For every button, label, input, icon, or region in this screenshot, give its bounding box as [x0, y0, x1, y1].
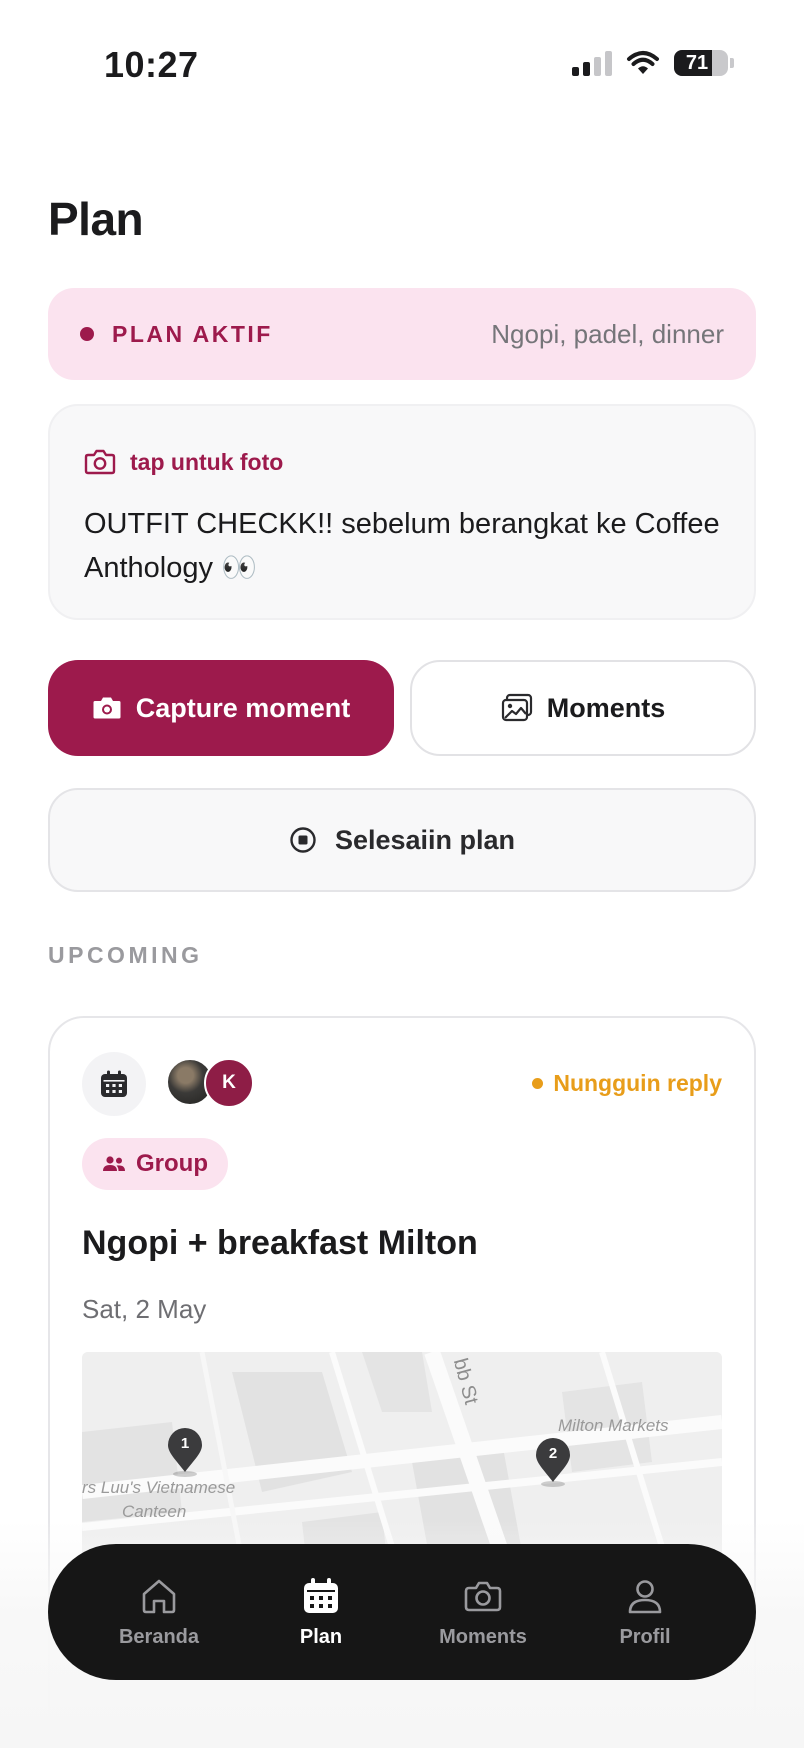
plan-title: Ngopi + breakfast Milton — [82, 1224, 478, 1262]
gallery-icon — [501, 693, 532, 722]
stop-icon — [290, 827, 316, 853]
map-place-label: rs Luu's Vietnamese — [82, 1478, 236, 1497]
profile-icon — [628, 1579, 662, 1613]
bottom-navigation: Beranda Plan Moments Profil — [48, 1544, 756, 1680]
home-icon — [142, 1579, 176, 1613]
calendar-icon-badge — [82, 1052, 146, 1116]
nav-label: Moments — [439, 1625, 527, 1648]
active-plan-banner[interactable]: PLAN AKTIF Ngopi, padel, dinner — [48, 288, 756, 380]
group-badge-label: Group — [136, 1150, 208, 1177]
camera-icon — [84, 449, 116, 475]
status-icons: 71 — [572, 50, 734, 76]
active-indicator-dot — [80, 327, 94, 341]
capture-moment-button[interactable]: Capture moment — [48, 660, 394, 756]
battery-indicator: 71 — [674, 50, 734, 76]
map-pin-number: 2 — [548, 1445, 558, 1462]
moments-label: Moments — [546, 692, 666, 723]
calendar-icon — [304, 1577, 338, 1613]
signal-icon — [572, 50, 612, 76]
upcoming-section-label: UPCOMING — [48, 942, 203, 968]
moments-button[interactable]: Moments — [410, 660, 756, 756]
calendar-icon — [101, 1070, 127, 1097]
map-place-label: Milton Markets — [558, 1416, 669, 1435]
capture-moment-label: Capture moment — [135, 692, 351, 723]
nav-item-profil[interactable]: Profil — [580, 1576, 710, 1649]
active-plan-label: PLAN AKTIF — [112, 320, 273, 347]
nav-label: Beranda — [118, 1625, 200, 1648]
photo-prompt-hint: tap untuk foto — [84, 448, 720, 476]
status-dot — [532, 1078, 544, 1089]
finish-plan-label: Selesaiin plan — [334, 824, 516, 855]
plan-date: Sat, 2 May — [82, 1294, 207, 1324]
status-bar: 10:27 71 — [0, 0, 804, 130]
group-icon — [103, 1156, 125, 1171]
photo-prompt-text: OUTFIT CHECKK!! sebelum berangkat ke Cof… — [84, 508, 720, 584]
battery-icon: 71 — [674, 50, 728, 76]
camera-icon — [93, 697, 121, 719]
nav-label: Profil — [619, 1625, 671, 1648]
map-pin[interactable]: 2 — [534, 1438, 572, 1488]
map-pin[interactable]: 1 — [166, 1428, 204, 1478]
map-place-label: Canteen — [122, 1502, 187, 1521]
status-time: 10:27 — [104, 44, 199, 85]
active-plan-description: Ngopi, padel, dinner — [491, 318, 724, 349]
photo-prompt-card[interactable]: tap untuk foto OUTFIT CHECKK!! sebelum b… — [48, 404, 756, 620]
participant-avatars[interactable]: K — [166, 1058, 266, 1110]
reply-status-text: Nungguin reply — [553, 1070, 722, 1096]
page-title: Plan — [48, 193, 144, 245]
finish-plan-button[interactable]: Selesaiin plan — [48, 788, 756, 892]
avatar-initial: K — [204, 1058, 254, 1108]
nav-item-moments[interactable]: Moments — [418, 1576, 548, 1649]
reply-status: Nungguin reply — [532, 1070, 722, 1097]
photo-prompt-hint-text: tap untuk foto — [130, 448, 284, 475]
map-pin-number: 1 — [180, 1435, 190, 1452]
nav-item-beranda[interactable]: Beranda — [94, 1576, 224, 1649]
battery-percentage: 71 — [685, 51, 709, 74]
group-badge: Group — [82, 1138, 228, 1190]
wifi-icon — [627, 51, 659, 74]
nav-item-plan[interactable]: Plan — [256, 1576, 386, 1649]
camera-icon — [464, 1581, 502, 1611]
nav-label: Plan — [299, 1625, 343, 1648]
